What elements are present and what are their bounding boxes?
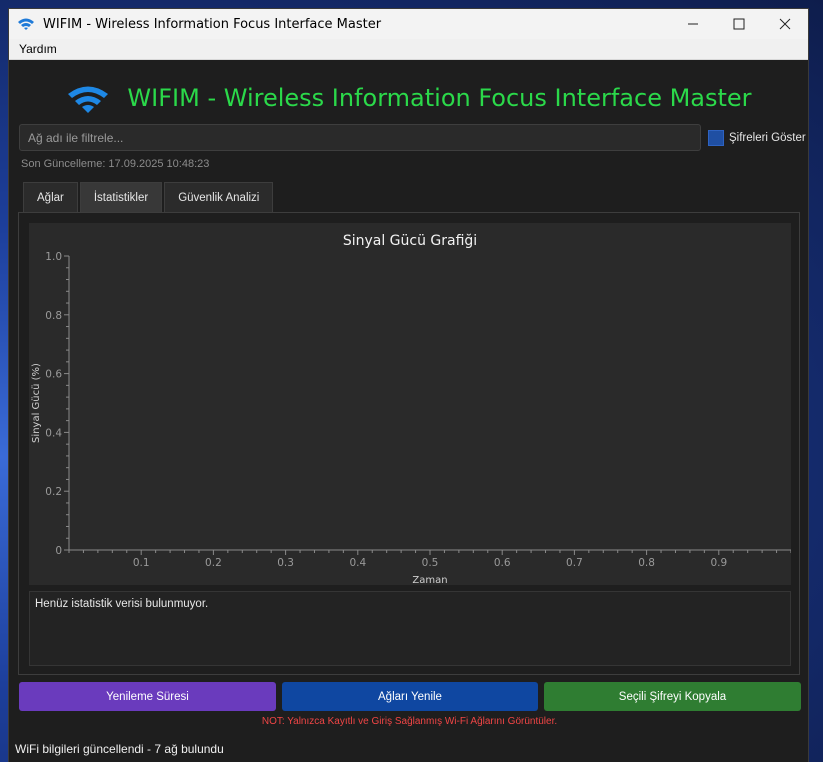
window-title: WIFIM - Wireless Information Focus Inter… (43, 16, 382, 32)
app-title: WIFIM - Wireless Information Focus Inter… (127, 84, 752, 112)
x-tick-label: 0.6 (494, 557, 511, 569)
y-tick-label: 0.2 (45, 486, 62, 498)
refresh-interval-button[interactable]: Yenileme Süresi (19, 682, 276, 711)
menu-help[interactable]: Yardım (9, 42, 67, 56)
signal-chart: 0 0.2 0.4 0.6 0.8 1.0 0.1 0.2 0.3 0.4 0.5 0.6 0.7 0.8… (29, 223, 791, 585)
x-tick-label: 0.4 (349, 557, 366, 569)
chart-title: Sinyal Gücü Grafiği (342, 233, 478, 249)
tab-bar: Ağlar İstatistikler Güvenlik Analizi (23, 182, 275, 212)
wifi-logo-icon (68, 86, 109, 113)
wifi-icon (18, 18, 34, 30)
close-button[interactable] (762, 9, 808, 39)
chart-canvas: 0 0.2 0.4 0.6 0.8 1.0 0.1 0.2 0.3 0.4 0.5 0.6 0.7 0.8… (31, 251, 791, 585)
x-tick-label: 0.5 (422, 557, 439, 569)
x-tick-label: 0.8 (638, 557, 655, 569)
y-tick-label: 0.4 (45, 427, 62, 439)
title-bar[interactable]: WIFIM - Wireless Information Focus Inter… (9, 9, 808, 39)
minimize-icon (688, 23, 698, 25)
menu-bar: Yardım (9, 39, 808, 60)
stats-message: Henüz istatistik verisi bulunmuyor. (35, 598, 209, 610)
x-tick-label: 0.9 (710, 557, 727, 569)
x-tick-label: 0.1 (133, 557, 150, 569)
status-bar-text: WiFi bilgileri güncellendi - 7 ağ bulund… (15, 742, 224, 756)
app-header: WIFIM - Wireless Information Focus Inter… (9, 81, 810, 115)
checkbox-box[interactable] (708, 130, 724, 146)
tab-statistics[interactable]: İstatistikler (79, 182, 163, 212)
y-tick-label: 0 (55, 545, 62, 557)
x-tick-label: 0.3 (277, 557, 294, 569)
tab-networks[interactable]: Ağlar (23, 182, 78, 212)
close-icon (779, 18, 791, 30)
app-window: WIFIM - Wireless Information Focus Inter… (8, 8, 809, 762)
show-passwords-label: Şifreleri Göster (729, 132, 806, 144)
network-filter-input[interactable] (19, 124, 701, 151)
y-tick-label: 0.6 (45, 369, 62, 381)
last-update-text: Son Güncelleme: 17.09.2025 10:48:23 (21, 158, 210, 170)
maximize-icon (733, 18, 745, 30)
maximize-button[interactable] (716, 9, 762, 39)
show-passwords-checkbox[interactable]: Şifreleri Göster (708, 130, 806, 146)
tab-security-analysis[interactable]: Güvenlik Analizi (164, 182, 274, 212)
y-tick-label: 1.0 (45, 251, 62, 263)
x-tick-label: 0.7 (566, 557, 583, 569)
statistics-panel: 0 0.2 0.4 0.6 0.8 1.0 0.1 0.2 0.3 0.4 0.5 0.6 0.7 0.8… (18, 212, 800, 675)
note-text: NOT: Yalnızca Kayıtlı ve Giriş Sağlanmış… (261, 716, 558, 727)
stats-text-box: Henüz istatistik verisi bulunmuyor. (29, 591, 791, 666)
x-tick-label: 0.2 (205, 557, 222, 569)
x-axis-label: Zaman (412, 575, 447, 585)
y-axis-label: Sinyal Gücü (%) (31, 363, 42, 443)
refresh-networks-button[interactable]: Ağları Yenile (282, 682, 538, 711)
copy-password-button[interactable]: Seçili Şifreyi Kopyala (544, 682, 801, 711)
y-tick-label: 0.8 (45, 310, 62, 322)
minimize-button[interactable] (670, 9, 716, 39)
